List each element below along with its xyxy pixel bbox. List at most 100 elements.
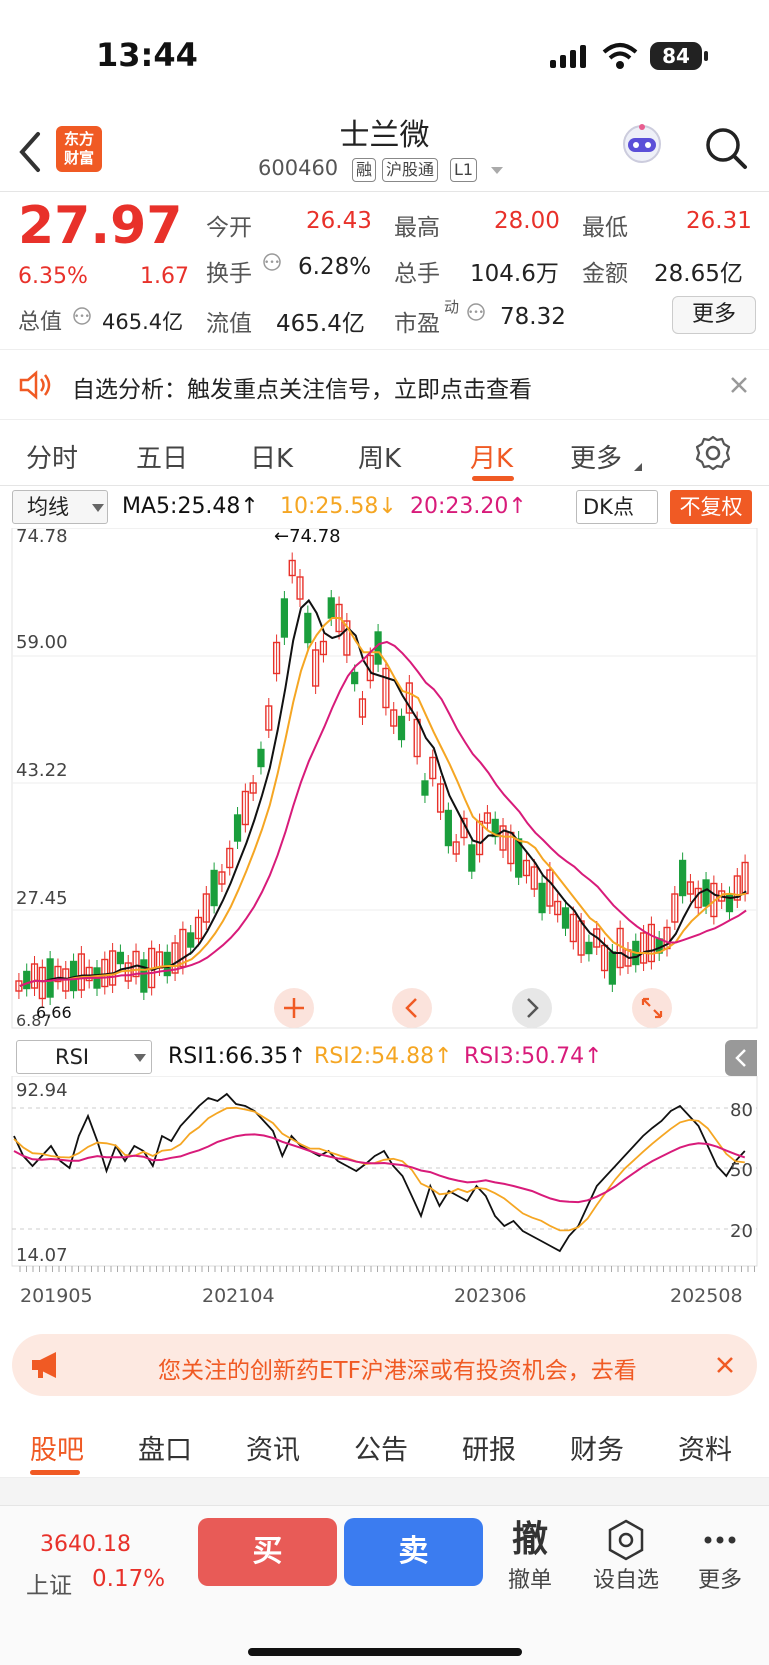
- home-indicator: [248, 1648, 522, 1656]
- panel-collapse-button[interactable]: [725, 1040, 757, 1076]
- analysis-notice[interactable]: 自选分析：触发重点关注信号，立即点击查看: [0, 350, 769, 420]
- rsi2-line: [13, 1106, 745, 1232]
- rsi-level-80: 80: [730, 1100, 753, 1121]
- rsi-level-20: 20: [730, 1221, 753, 1242]
- content-tabs: 股吧 盘口 资讯 公告 研报 财务 资料: [0, 1412, 769, 1478]
- current-price: 27.97: [18, 196, 183, 256]
- cancel-glyph: 撤: [511, 1519, 548, 1560]
- robot-assistant-icon[interactable]: [618, 122, 666, 170]
- info-icon[interactable]: •••: [262, 252, 282, 272]
- ma10-value: 10:25.58↓: [280, 494, 397, 519]
- watchlist-label: 设自选: [592, 1568, 659, 1593]
- tab-intraday[interactable]: 分时: [26, 438, 78, 475]
- svg-text:•••: •••: [264, 258, 280, 268]
- close-icon[interactable]: [730, 376, 748, 394]
- svg-text:•••: •••: [468, 308, 484, 318]
- content-peek: [0, 1478, 769, 1505]
- cancel-order-button[interactable]: 撤 撤单: [490, 1518, 570, 1594]
- promo-banner[interactable]: 您关注的创新药ETF沪港深或有投资机会，去看: [12, 1334, 757, 1396]
- tab-pankou[interactable]: 盘口: [138, 1428, 192, 1467]
- dropdown-arrow-icon[interactable]: [490, 166, 504, 176]
- dk-point-button[interactable]: DK点: [576, 490, 658, 524]
- pe-superscript: 动: [444, 298, 460, 316]
- x-label-4: 202508: [670, 1285, 743, 1307]
- status-bar: 13:44 84: [0, 0, 769, 110]
- tab-research[interactable]: 研报: [462, 1428, 516, 1467]
- tab-weekly-k[interactable]: 周K: [358, 438, 401, 475]
- sell-button[interactable]: 卖: [344, 1518, 483, 1586]
- period-tabs: 分时 五日 日K 周K 月K 更多: [0, 420, 769, 486]
- tab-profile[interactable]: 资料: [678, 1428, 732, 1467]
- rsi2-value: RSI2:54.88↑: [314, 1044, 453, 1069]
- dropdown-arrow-icon: [134, 1054, 146, 1062]
- info-icon[interactable]: •••: [466, 302, 486, 322]
- tab-news[interactable]: 资讯: [246, 1428, 300, 1467]
- scroll-left-icon[interactable]: [392, 988, 432, 1028]
- more-label: 更多: [697, 1568, 742, 1593]
- more-quote-button[interactable]: 更多: [672, 296, 756, 334]
- amount-label: 金额: [582, 261, 628, 287]
- low-value: 26.31: [686, 208, 752, 234]
- rsi-chart[interactable]: 92.94 14.07 80 50 20 201905 202104 20230…: [0, 1076, 769, 1316]
- buy-button[interactable]: 买: [198, 1518, 337, 1586]
- y-label-2: 59.00: [16, 632, 68, 653]
- wifi-icon: [602, 43, 638, 69]
- hexagon-icon: [608, 1519, 644, 1561]
- pe-label: 市盈: [394, 311, 440, 337]
- notice-text: 自选分析：触发重点关注信号，立即点击查看: [72, 377, 532, 403]
- adjust-button[interactable]: 不复权: [670, 490, 752, 524]
- tab-guba[interactable]: 股吧: [30, 1428, 84, 1467]
- dropdown-arrow-icon: [92, 504, 104, 512]
- open-label: 今开: [206, 215, 252, 241]
- index-value: 3640.18: [40, 1532, 131, 1557]
- rsi1-value: RSI1:66.35↑: [168, 1044, 307, 1069]
- promo-text: 您关注的创新药ETF沪港深或有投资机会，去看: [158, 1358, 637, 1384]
- expand-icon[interactable]: [632, 988, 672, 1028]
- volume-value: 104.6万: [470, 261, 559, 287]
- turnover-label: 换手: [206, 261, 252, 287]
- tab-more[interactable]: 更多: [570, 438, 622, 475]
- tab-five-day[interactable]: 五日: [136, 438, 188, 475]
- x-label-1: 201905: [20, 1285, 93, 1307]
- rsi-select-value: RSI: [55, 1045, 90, 1069]
- tag-level: L1: [450, 158, 478, 182]
- x-label-2: 202104: [202, 1285, 275, 1307]
- svg-text:•••: •••: [74, 312, 90, 322]
- search-icon[interactable]: [704, 126, 748, 170]
- tab-announcements[interactable]: 公告: [354, 1428, 408, 1467]
- cancel-label: 撤单: [507, 1568, 552, 1593]
- float-cap-label: 流值: [206, 311, 252, 337]
- turnover-value: 6.28%: [298, 254, 372, 280]
- rsi-toolbar: RSI RSI1:66.35↑ RSI2:54.88↑ RSI3:50.74↑: [0, 1036, 769, 1080]
- megaphone-icon: [32, 1352, 56, 1378]
- rsi-y-bottom: 14.07: [16, 1245, 68, 1266]
- status-time: 13:44: [96, 36, 198, 74]
- quote-panel: 27.97 6.35% 1.67 总值 ••• 465.4亿 今开 26.43 …: [0, 192, 769, 350]
- tab-daily-k[interactable]: 日K: [250, 438, 293, 475]
- kline-chart[interactable]: 74.78 59.00 43.22 27.45 6.87 ←74.78 6.66: [0, 528, 769, 1036]
- high-label: 最高: [394, 215, 440, 241]
- add-watchlist-button[interactable]: 设自选: [586, 1518, 666, 1594]
- rsi-indicator-select[interactable]: RSI: [16, 1040, 152, 1074]
- max-price-label: ←74.78: [274, 528, 341, 547]
- tab-monthly-k[interactable]: 月K: [470, 438, 513, 475]
- market-cap-label: 总值: [18, 310, 63, 335]
- rsi3-value: RSI3:50.74↑: [464, 1044, 603, 1069]
- chevron-left-icon: [735, 1049, 746, 1067]
- more-button[interactable]: 更多: [680, 1518, 760, 1594]
- y-label-4: 27.45: [16, 888, 68, 909]
- open-value: 26.43: [306, 208, 372, 234]
- gear-icon[interactable]: [694, 434, 732, 472]
- float-cap-value: 465.4亿: [276, 311, 365, 337]
- corner-arrow-icon: [634, 463, 642, 471]
- scroll-right-icon[interactable]: [512, 988, 552, 1028]
- volume-label: 总手: [394, 261, 440, 287]
- close-icon[interactable]: [716, 1356, 734, 1374]
- pe-value: 78.32: [500, 304, 566, 330]
- tag-connect: 沪股通: [382, 158, 439, 182]
- high-value: 28.00: [494, 208, 560, 234]
- kline-toolbar: 均线 MA5:25.48↑ 10:25.58↓ 20:23.20↑ DK点 不复…: [0, 486, 769, 530]
- y-label-3: 43.22: [16, 760, 68, 781]
- info-icon[interactable]: •••: [72, 306, 92, 326]
- tab-finance[interactable]: 财务: [570, 1428, 624, 1467]
